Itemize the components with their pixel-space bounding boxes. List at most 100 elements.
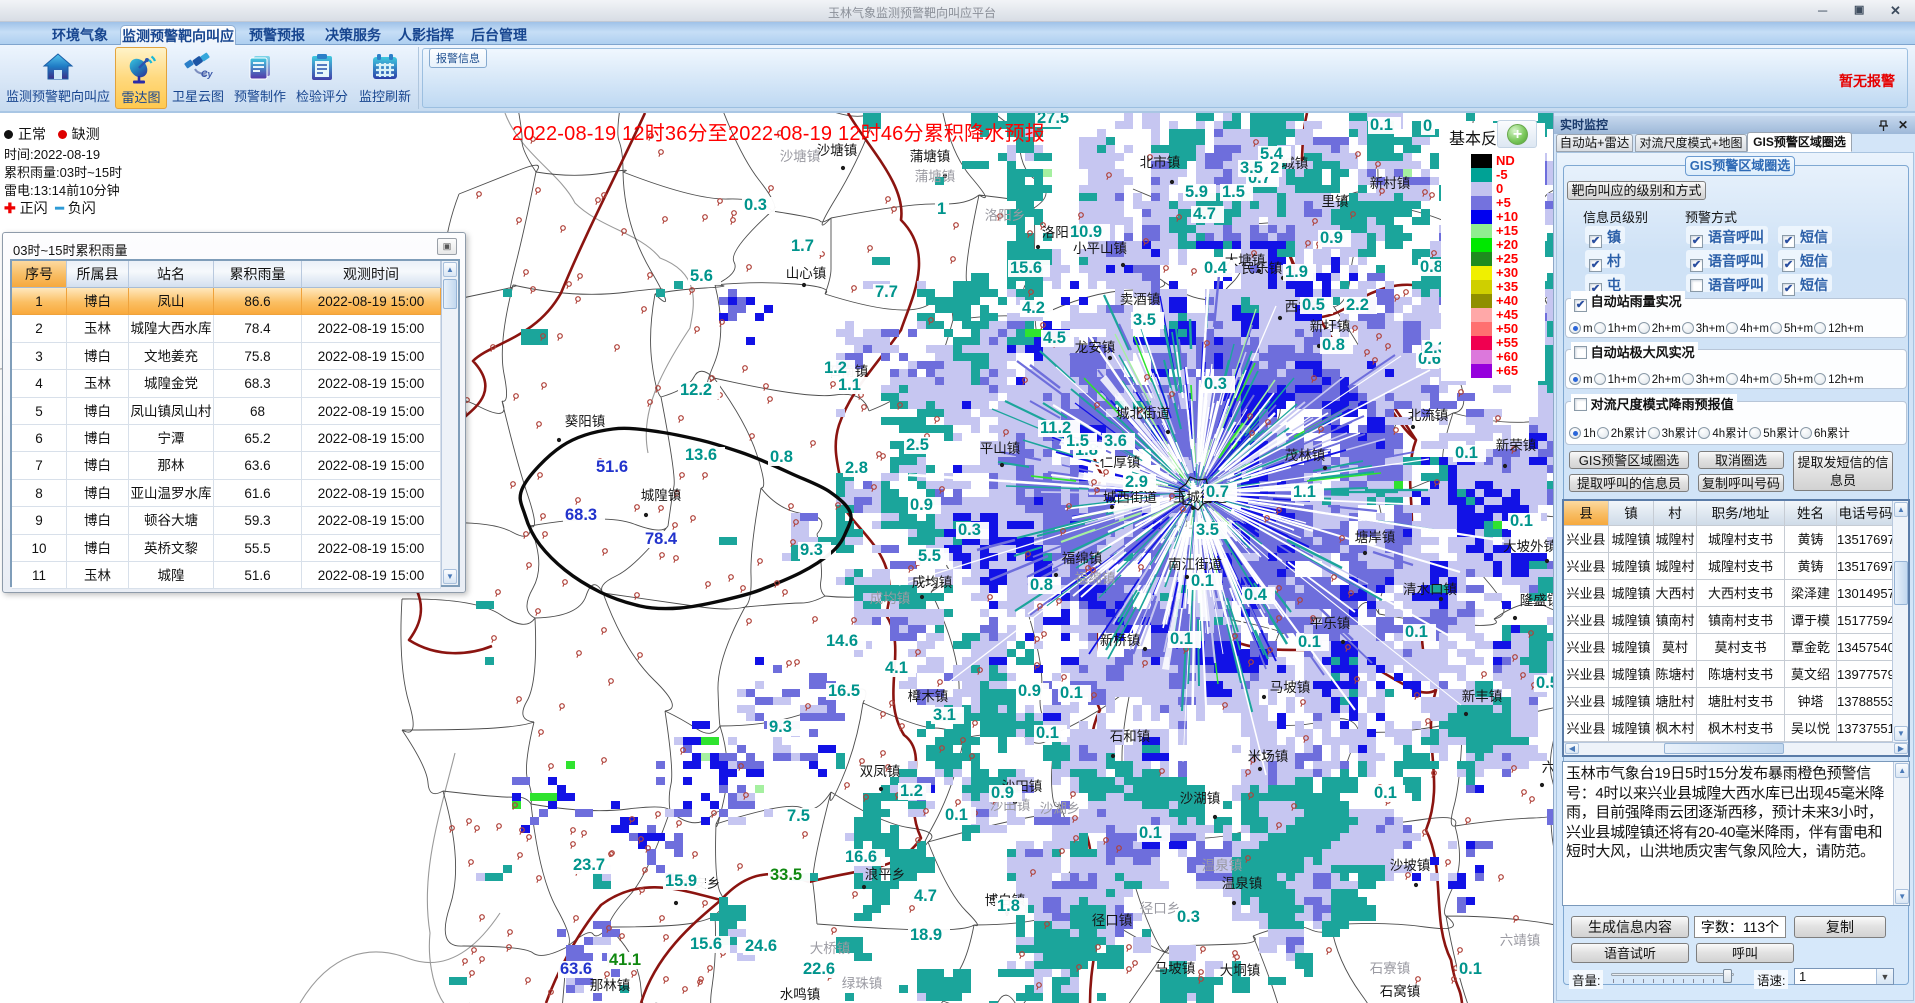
svg-text:马坡镇: 马坡镇 [1270, 680, 1311, 695]
svg-text:城隍镇: 城隍镇 [641, 488, 682, 503]
svg-text:15.6: 15.6 [690, 935, 722, 953]
svg-text:3.5: 3.5 [1240, 159, 1263, 177]
svg-text:石寮镇: 石寮镇 [1370, 960, 1411, 976]
svg-text:0.9: 0.9 [1320, 229, 1343, 247]
svg-text:新丰镇: 新丰镇 [1462, 689, 1503, 704]
svg-text:15.9: 15.9 [665, 872, 697, 890]
svg-text:0.3: 0.3 [1177, 908, 1200, 926]
svg-text:0.1: 0.1 [1139, 824, 1162, 842]
svg-text:16.6: 16.6 [845, 848, 877, 866]
svg-text:2: 2 [1270, 159, 1279, 177]
svg-text:14.6: 14.6 [826, 632, 858, 650]
svg-text:4.7: 4.7 [914, 887, 937, 905]
svg-text:0.1: 0.1 [1374, 784, 1397, 802]
svg-text:4.7: 4.7 [1193, 205, 1216, 223]
svg-text:1.7: 1.7 [791, 237, 814, 255]
svg-text:10.9: 10.9 [1070, 223, 1102, 241]
svg-text:4.5: 4.5 [1043, 329, 1066, 347]
svg-text:7.7: 7.7 [875, 283, 898, 301]
svg-text:9.3: 9.3 [800, 541, 823, 559]
svg-text:0.1: 0.1 [1405, 623, 1428, 641]
svg-text:78.4: 78.4 [645, 530, 678, 548]
svg-text:径口镇: 径口镇 [1092, 913, 1133, 928]
svg-text:0.9: 0.9 [910, 496, 933, 514]
svg-text:2.2: 2.2 [1346, 296, 1369, 314]
svg-text:沙塘镇: 沙塘镇 [780, 149, 821, 164]
svg-text:新村镇: 新村镇 [1370, 176, 1411, 191]
svg-text:0.3: 0.3 [744, 196, 767, 214]
svg-text:沙坡镇: 沙坡镇 [1390, 858, 1431, 873]
svg-text:3.1: 3.1 [933, 706, 956, 724]
svg-text:3.5: 3.5 [1133, 311, 1156, 329]
svg-text:0.1: 0.1 [1298, 633, 1321, 651]
svg-text:2.9: 2.9 [1125, 473, 1148, 491]
svg-text:1.5: 1.5 [1066, 432, 1089, 450]
svg-text:六麻镇: 六麻镇 [1542, 760, 1553, 775]
svg-text:0.5: 0.5 [1302, 296, 1325, 314]
svg-text:成均镇: 成均镇 [870, 591, 911, 606]
svg-text:平乐镇: 平乐镇 [1310, 616, 1351, 631]
svg-text:0.9: 0.9 [991, 784, 1014, 802]
svg-text:樟木镇: 樟木镇 [908, 689, 949, 704]
svg-text:0.1: 0.1 [1455, 444, 1478, 462]
svg-text:福绵镇: 福绵镇 [1062, 551, 1103, 566]
svg-text:城西街道: 城西街道 [1103, 490, 1157, 505]
svg-text:浪平乡: 浪平乡 [865, 867, 906, 882]
svg-text:0.1: 0.1 [1060, 684, 1083, 702]
svg-text:23.7: 23.7 [573, 856, 605, 874]
svg-text:塘岸镇: 塘岸镇 [1355, 530, 1396, 545]
svg-text:Cy: Cy [201, 69, 213, 79]
svg-text:5.5: 5.5 [918, 547, 941, 565]
svg-text:0.1: 0.1 [1459, 960, 1482, 978]
svg-text:3.5: 3.5 [1196, 521, 1219, 539]
svg-text:蒲塘镇: 蒲塘镇 [910, 149, 951, 164]
svg-text:1.5: 1.5 [1222, 183, 1245, 201]
svg-text:沙湖镇: 沙湖镇 [1180, 791, 1221, 806]
svg-text:0.4: 0.4 [1244, 586, 1268, 604]
svg-text:0.5: 0.5 [1536, 674, 1553, 692]
svg-text:41.1: 41.1 [609, 951, 641, 969]
svg-text:24.6: 24.6 [745, 937, 777, 955]
svg-text:0.1: 0.1 [1036, 724, 1059, 742]
svg-text:温泉镇: 温泉镇 [1202, 857, 1243, 873]
svg-text:1.9: 1.9 [1285, 263, 1308, 281]
svg-text:1.8: 1.8 [997, 897, 1020, 915]
svg-text:0.1: 0.1 [1510, 512, 1533, 530]
svg-text:温泉镇: 温泉镇 [1222, 875, 1263, 891]
svg-text:新桥镇: 新桥镇 [1100, 633, 1141, 648]
svg-text:0.9: 0.9 [1018, 682, 1041, 700]
svg-text:葵阳镇: 葵阳镇 [565, 414, 606, 429]
svg-text:绿珠镇: 绿珠镇 [842, 976, 883, 991]
svg-text:新圩镇: 新圩镇 [1310, 319, 1351, 334]
svg-text:16.5: 16.5 [828, 682, 860, 700]
svg-text:六靖镇: 六靖镇 [1500, 933, 1541, 948]
svg-text:龙安镇: 龙安镇 [1075, 340, 1116, 355]
svg-text:洛阳乡: 洛阳乡 [985, 208, 1026, 223]
svg-text:南江街道: 南江街道 [1168, 557, 1222, 572]
svg-text:0: 0 [1423, 117, 1432, 135]
svg-text:隆盛镇: 隆盛镇 [1520, 593, 1553, 608]
svg-text:山心镇: 山心镇 [786, 266, 827, 281]
svg-text:3.6: 3.6 [1104, 432, 1127, 450]
svg-text:双凤镇: 双凤镇 [860, 764, 901, 779]
svg-text:15.6: 15.6 [1010, 259, 1042, 277]
svg-text:33.5: 33.5 [770, 866, 802, 884]
svg-text:石和镇: 石和镇 [1110, 729, 1151, 744]
svg-text:7.5: 7.5 [787, 807, 810, 825]
svg-text:18.9: 18.9 [910, 926, 942, 944]
svg-text:马坡镇: 马坡镇 [1155, 961, 1196, 976]
svg-text:0.7: 0.7 [1206, 483, 1229, 501]
svg-text:0.1: 0.1 [945, 806, 968, 824]
svg-text:0.8: 0.8 [770, 448, 793, 466]
svg-text:米场镇: 米场镇 [1248, 749, 1289, 764]
svg-text:9.3: 9.3 [769, 718, 792, 736]
svg-text:51.6: 51.6 [596, 458, 628, 476]
svg-text:1.2: 1.2 [900, 782, 923, 800]
svg-text:卖酒镇: 卖酒镇 [1120, 292, 1161, 307]
svg-text:13.6: 13.6 [685, 446, 717, 464]
svg-text:4.1: 4.1 [885, 659, 908, 677]
svg-text:北流镇: 北流镇 [1408, 408, 1449, 423]
svg-text:0.4: 0.4 [1204, 259, 1228, 277]
svg-text:0.3: 0.3 [1204, 375, 1227, 393]
svg-text:0.8: 0.8 [1030, 576, 1053, 594]
